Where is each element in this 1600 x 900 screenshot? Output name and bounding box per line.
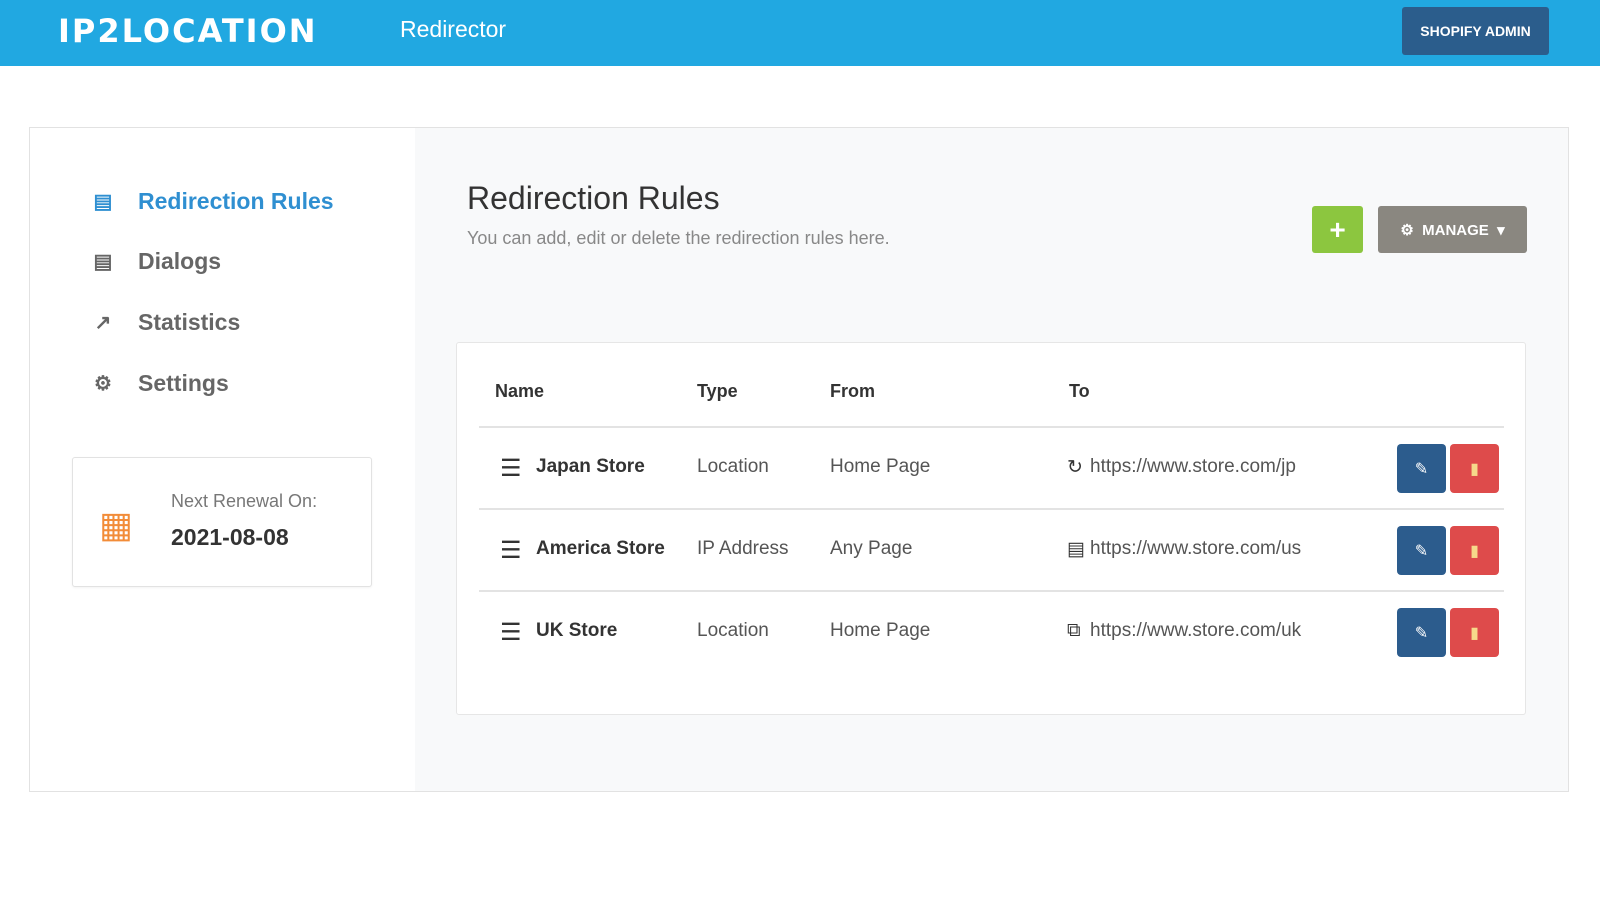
edit-button[interactable]: ✎ [1397, 444, 1446, 493]
manage-dropdown-button[interactable]: ⚙ MANAGE ▾ [1378, 206, 1527, 253]
rule-from: Home Page [830, 456, 930, 478]
drag-handle-icon[interactable]: ☰ [500, 454, 522, 483]
rule-from: Home Page [830, 620, 930, 642]
page-title: Redirection Rules [467, 180, 720, 217]
rule-to-url: https://www.store.com/uk [1090, 620, 1301, 642]
sidebar-item-label: Settings [138, 370, 229, 397]
rule-type: Location [697, 456, 769, 478]
trash-icon: ▮ [1470, 461, 1479, 478]
edit-button[interactable]: ✎ [1397, 608, 1446, 657]
sidebar-item-label: Statistics [138, 309, 240, 336]
popup-window-icon: ⧉ [1067, 620, 1081, 642]
rule-name: Japan Store [536, 456, 645, 478]
trash-icon: ▮ [1470, 543, 1479, 560]
trash-icon: ▮ [1470, 625, 1479, 642]
rule-from: Any Page [830, 538, 912, 560]
pencil-icon: ✎ [1415, 625, 1428, 642]
app-name: Redirector [400, 16, 506, 43]
gears-icon: ⚙ [90, 371, 116, 396]
list-icon: ▤ [90, 189, 116, 214]
drag-handle-icon[interactable]: ☰ [500, 618, 522, 647]
table-row: ☰ Japan Store Location Home Page ↻ https… [457, 428, 1525, 510]
rule-name: UK Store [536, 620, 617, 642]
refresh-icon: ↻ [1067, 456, 1083, 479]
gear-icon: ⚙ [1400, 222, 1422, 239]
delete-button[interactable]: ▮ [1450, 526, 1499, 575]
top-bar: IP2LOCATION Redirector SHOPIFY ADMIN [0, 0, 1600, 66]
sidebar-item-label: Dialogs [138, 248, 221, 275]
rule-name: America Store [536, 538, 665, 560]
pencil-icon: ✎ [1415, 461, 1428, 478]
pencil-icon: ✎ [1415, 543, 1428, 560]
caret-down-icon: ▾ [1489, 222, 1505, 239]
add-rule-button[interactable]: + [1312, 206, 1363, 253]
window-icon: ▤ [90, 249, 116, 274]
ip2location-logo: IP2LOCATION [58, 12, 318, 50]
sidebar-item-label: Redirection Rules [138, 188, 334, 215]
delete-button[interactable]: ▮ [1450, 608, 1499, 657]
drag-handle-icon[interactable]: ☰ [500, 536, 522, 565]
column-header-to: To [1069, 381, 1090, 402]
rule-to-url: https://www.store.com/jp [1090, 456, 1296, 478]
column-header-name: Name [495, 381, 544, 402]
edit-button[interactable]: ✎ [1397, 526, 1446, 575]
delete-button[interactable]: ▮ [1450, 444, 1499, 493]
column-header-type: Type [697, 381, 738, 402]
main-card: ▤Redirection Rules ▤Dialogs ↗Statistics … [29, 127, 1569, 792]
rule-type: IP Address [697, 538, 789, 560]
rule-type: Location [697, 620, 769, 642]
rule-to-url: https://www.store.com/us [1090, 538, 1301, 560]
manage-label: MANAGE [1422, 222, 1489, 239]
shopify-admin-button[interactable]: SHOPIFY ADMIN [1402, 7, 1549, 55]
renewal-date: 2021-08-08 [171, 524, 289, 551]
renewal-label: Next Renewal On: [171, 491, 317, 512]
sidebar-item-dialogs[interactable]: ▤ Dialogs [90, 248, 221, 275]
table-row: ☰ America Store IP Address Any Page ▤ ht… [457, 510, 1525, 592]
page-subtitle: You can add, edit or delete the redirect… [467, 228, 890, 249]
sidebar-item-statistics[interactable]: ↗ Statistics [90, 309, 240, 336]
table-row: ☰ UK Store Location Home Page ⧉ https://… [457, 592, 1525, 674]
window-icon: ▤ [1067, 538, 1085, 561]
sidebar: ▤Redirection Rules ▤Dialogs ↗Statistics … [30, 128, 415, 791]
line-chart-icon: ↗ [90, 310, 116, 335]
rules-table: Name Type From To ☰ Japan Store Location… [456, 342, 1526, 715]
renewal-box: ▦ Next Renewal On: 2021-08-08 [72, 457, 372, 587]
sidebar-item-settings[interactable]: ⚙ Settings [90, 370, 229, 397]
calendar-icon: ▦ [99, 504, 133, 546]
column-header-from: From [830, 381, 875, 402]
sidebar-item-redirection-rules[interactable]: ▤ Redirection Rules [90, 188, 334, 215]
